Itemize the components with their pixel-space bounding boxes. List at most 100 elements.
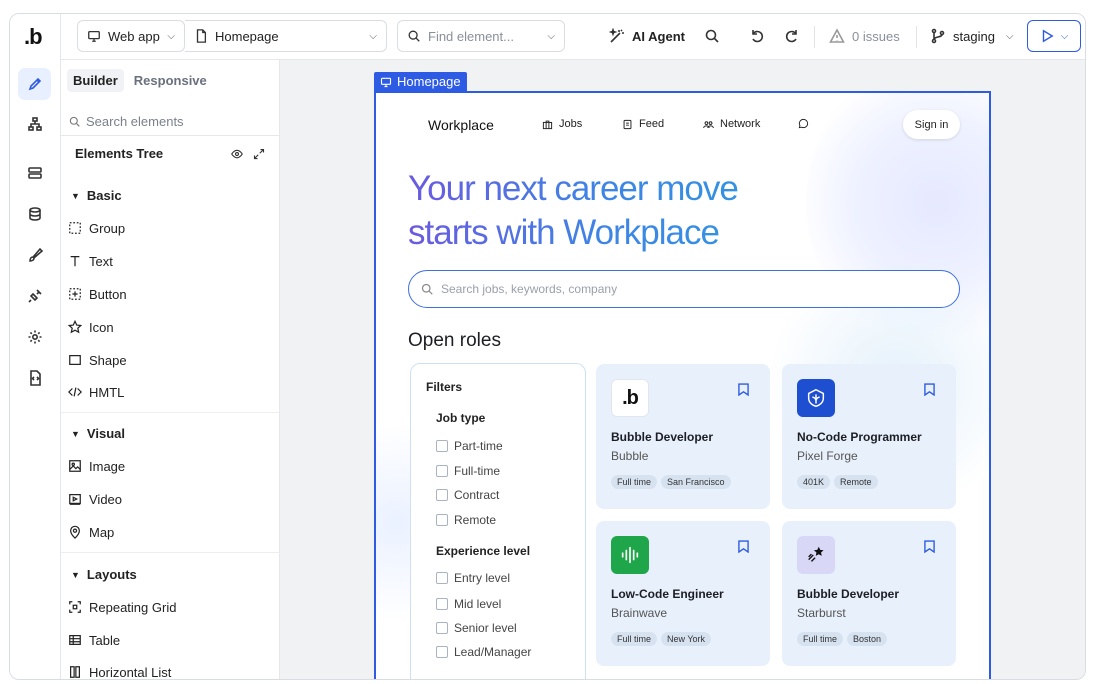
filter-full-time[interactable]: Full-time [436, 464, 500, 478]
checkbox[interactable] [436, 465, 448, 477]
element-group[interactable]: Group [68, 219, 125, 237]
element-image[interactable]: Image [68, 457, 125, 475]
job-search-input[interactable]: Search jobs, keywords, company [408, 270, 960, 308]
app-type-label: Web app [108, 28, 160, 44]
element-map[interactable]: Map [68, 523, 114, 541]
messages-button[interactable] [798, 118, 809, 129]
element-label: Button [89, 286, 127, 302]
filter-senior-level[interactable]: Senior level [436, 621, 517, 635]
element-icon[interactable]: Icon [68, 318, 114, 336]
section-visual[interactable]: ▼ Visual [71, 426, 125, 441]
checkbox[interactable] [436, 440, 448, 452]
bookmark-button[interactable] [738, 540, 749, 558]
job-tag: Boston [847, 632, 888, 646]
job-card[interactable]: Bubble Developer Starburst Full time Bos… [782, 521, 956, 666]
element-repeating-grid[interactable]: Repeating Grid [68, 598, 176, 616]
frame-label[interactable]: Homepage [374, 72, 467, 91]
filter-lead-manager[interactable]: Lead/Manager [436, 645, 531, 659]
element-text[interactable]: Text [68, 252, 113, 270]
app-type-select[interactable]: Web app ⌵ [77, 20, 185, 52]
checkbox[interactable] [436, 622, 448, 634]
filter-label: Mid level [454, 597, 502, 611]
ai-agent-button[interactable]: AI Agent [609, 20, 685, 52]
filter-contract[interactable]: Contract [436, 488, 499, 502]
site-logo[interactable]: Workplace [428, 117, 494, 133]
editor-canvas[interactable]: Homepage Workplace Jobs Feed Network Sig [280, 60, 1085, 679]
section-layouts[interactable]: ▼ Layouts [71, 567, 137, 582]
checkbox[interactable] [436, 489, 448, 501]
undo-button[interactable] [749, 20, 765, 52]
nav-jobs[interactable]: Jobs [542, 118, 582, 130]
preview-run-button[interactable]: ⌵ [1027, 20, 1081, 52]
element-html[interactable]: HMTL [68, 383, 124, 401]
element-shape[interactable]: Shape [68, 351, 127, 369]
section-basic[interactable]: ▼ Basic [71, 188, 122, 203]
branch-label: staging [953, 28, 995, 44]
element-table[interactable]: Table [68, 631, 120, 649]
find-element-input[interactable]: Find element... ⌵ [397, 20, 565, 52]
bookmark-button[interactable] [924, 540, 935, 558]
eye-icon[interactable] [231, 148, 243, 160]
chevron-down-icon: ⌵ [547, 30, 555, 42]
elements-tree-title: Elements Tree [75, 146, 164, 161]
checkbox[interactable] [436, 514, 448, 526]
app-window: .b Web app ⌵ Homepage ⌵ Find element... … [9, 13, 1086, 680]
notepad-icon [623, 119, 632, 129]
data-button[interactable] [18, 157, 51, 189]
tab-responsive[interactable]: Responsive [128, 69, 213, 92]
chevron-down-icon: ⌵ [167, 30, 175, 42]
filter-entry-level[interactable]: Entry level [436, 571, 510, 585]
filter-label: Lead/Manager [454, 645, 532, 659]
element-label: Shape [89, 352, 127, 368]
redo-button[interactable] [784, 20, 800, 52]
nav-label: Feed [639, 118, 665, 130]
search-icon [705, 29, 719, 43]
job-tag: Full time [797, 632, 844, 646]
panel-tabs: Builder Responsive [67, 69, 213, 92]
job-card[interactable]: .b Bubble Developer Bubble Full time San… [596, 364, 770, 509]
filter-remote[interactable]: Remote [436, 513, 496, 527]
dashed-square-icon [69, 222, 81, 234]
filter-mid-level[interactable]: Mid level [436, 597, 501, 611]
job-card[interactable]: No-Code Programmer Pixel Forge 401K Remo… [782, 364, 956, 509]
search-button[interactable] [704, 20, 720, 52]
app-logo[interactable]: .b [24, 24, 43, 50]
text-icon [70, 256, 80, 267]
sign-in-button[interactable]: Sign in [903, 110, 960, 139]
caret-down-icon: ▼ [71, 190, 80, 201]
tab-builder[interactable]: Builder [67, 69, 124, 92]
element-horizontal-list[interactable]: Horizontal List [68, 663, 171, 679]
styles-button[interactable] [18, 239, 51, 271]
page-select[interactable]: Homepage ⌵ [185, 20, 387, 52]
image-icon [69, 460, 81, 472]
design-tool-button[interactable] [18, 68, 51, 100]
nav-network[interactable]: Network [703, 118, 760, 130]
checkbox[interactable] [436, 646, 448, 658]
element-video[interactable]: Video [68, 490, 122, 508]
hero-line-1: Your next career move [408, 169, 738, 208]
company-name: Brainwave [611, 606, 668, 620]
element-button[interactable]: Button [68, 285, 127, 303]
job-tags: Full time San Francisco [611, 475, 731, 489]
section-basic-title: Basic [86, 188, 122, 203]
branch-select[interactable]: staging ⌵ [930, 20, 1014, 52]
job-card[interactable]: Low-Code Engineer Brainwave Full time Ne… [596, 521, 770, 666]
settings-button[interactable] [18, 321, 51, 353]
columns-icon [70, 666, 80, 678]
checkbox[interactable] [436, 572, 448, 584]
page-frame[interactable]: Workplace Jobs Feed Network Sign in Your… [374, 91, 991, 679]
filter-part-time[interactable]: Part-time [436, 439, 503, 453]
database-button[interactable] [18, 198, 51, 230]
code-button[interactable] [18, 362, 51, 394]
plugins-button[interactable] [18, 280, 51, 312]
search-elements-input[interactable]: Search elements [61, 108, 280, 136]
nav-feed[interactable]: Feed [622, 118, 664, 130]
plug-icon [27, 289, 42, 303]
workflow-button[interactable] [18, 108, 51, 140]
checkbox[interactable] [436, 598, 448, 610]
expand-icon[interactable] [253, 148, 265, 160]
bookmark-button[interactable] [924, 383, 935, 401]
job-title: Low-Code Engineer [611, 587, 724, 601]
issues-button[interactable]: 0 issues [829, 20, 900, 52]
bookmark-button[interactable] [738, 383, 749, 401]
